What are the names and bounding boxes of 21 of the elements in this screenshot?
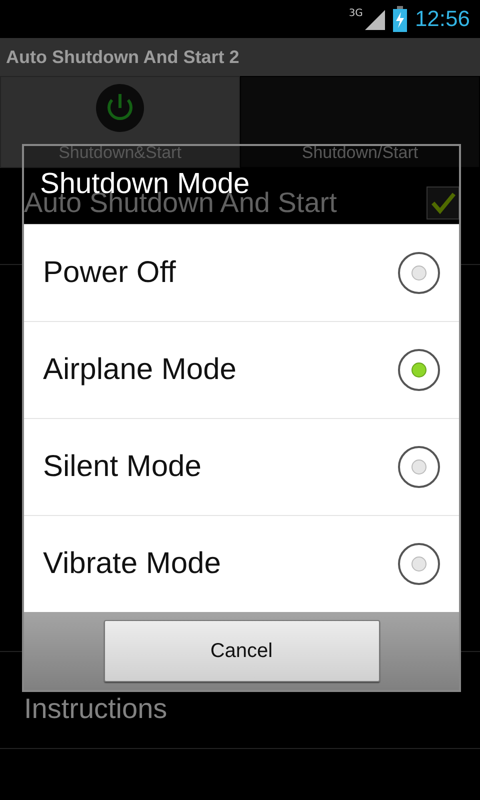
tab-label: Shutdown/Start bbox=[302, 143, 418, 163]
cancel-button[interactable]: Cancel bbox=[104, 620, 380, 682]
clock: 12:56 bbox=[414, 6, 470, 32]
radio-button[interactable] bbox=[397, 251, 441, 295]
checkbox[interactable] bbox=[426, 186, 460, 220]
option-row[interactable]: Power Off bbox=[24, 224, 459, 321]
signal-icon bbox=[362, 8, 385, 30]
power-icon bbox=[95, 83, 145, 133]
option-label: Silent Mode bbox=[43, 450, 202, 484]
option-label: Vibrate Mode bbox=[43, 547, 221, 581]
app-title: Auto Shutdown And Start 2 bbox=[6, 46, 240, 68]
battery-icon bbox=[392, 6, 407, 32]
option-row[interactable]: Airplane Mode bbox=[24, 321, 459, 418]
network-type: 3G bbox=[348, 8, 363, 19]
option-row[interactable]: Vibrate Mode bbox=[24, 515, 459, 612]
item-label: Instructions bbox=[24, 692, 168, 726]
radio-button[interactable] bbox=[397, 348, 441, 392]
option-row[interactable]: Silent Mode bbox=[24, 418, 459, 515]
radio-button[interactable] bbox=[397, 542, 441, 586]
radio-button[interactable] bbox=[397, 445, 441, 489]
option-label: Airplane Mode bbox=[43, 353, 236, 387]
